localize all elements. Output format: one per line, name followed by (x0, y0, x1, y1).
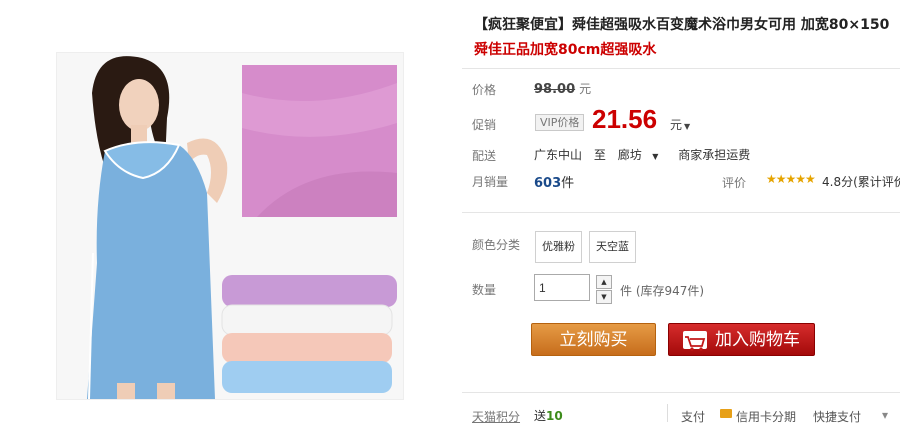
buy-now-button[interactable]: 立刻购买 (531, 323, 656, 356)
chevron-up-icon: ▲ (601, 278, 607, 286)
add-to-cart-button[interactable]: 加入购物车 (668, 323, 815, 356)
credit-card-icon (720, 409, 732, 418)
shipping-fee: 商家承担运费 (678, 148, 751, 162)
increment-button[interactable]: ▲ (596, 275, 612, 289)
promo-price: 21.56 (592, 104, 658, 134)
tmall-points-label[interactable]: 天猫积分 (472, 408, 520, 425)
ship-to-location[interactable]: 廊坊 ▼ (618, 148, 667, 162)
original-price: 98.00 元 (534, 80, 591, 97)
chevron-down-icon: ▼ (601, 293, 607, 301)
original-price-unit: 元 (579, 82, 592, 96)
product-gallery (0, 0, 462, 435)
sales-unit: 件 (561, 176, 575, 191)
option-blue[interactable]: 天空蓝 (589, 231, 636, 263)
product-info-panel: 【疯狂聚便宜】舜佳超强吸水百变魔术浴巾男女可用 加宽80×150 舜佳正品加宽8… (462, 0, 900, 435)
quantity-label: 数量 (472, 283, 497, 297)
cart-icon (683, 331, 707, 351)
promo-unit-text: 元 (670, 118, 683, 132)
product-title: 【疯狂聚便宜】舜佳超强吸水百变魔术浴巾男女可用 加宽80×150 (474, 17, 890, 33)
vip-price-badge[interactable]: VIP价格 (535, 114, 585, 131)
tmall-points: 送10 (534, 407, 563, 424)
divider (462, 68, 900, 69)
ship-from: 广东中山 (534, 148, 583, 162)
divider (667, 404, 668, 422)
promo-label: 促销 (472, 118, 497, 132)
star-rating-icon: ★★★★★ (766, 172, 816, 186)
shipping-info: 广东中山 至 廊坊 ▼ 商家承担运费 (534, 146, 758, 163)
ship-to-word: 至 (593, 148, 606, 162)
original-price-value: 98.00 (534, 82, 576, 97)
quickpay-option[interactable]: 快捷支付 (813, 408, 861, 425)
chevron-down-icon[interactable]: ▾ (882, 408, 888, 422)
add-to-cart-label: 加入购物车 (715, 330, 800, 350)
installment-option[interactable]: 信用卡分期 (736, 408, 796, 425)
product-main-image[interactable] (56, 52, 404, 400)
ship-to-text: 廊坊 (617, 148, 642, 162)
decrement-button[interactable]: ▼ (596, 290, 612, 304)
payment-label: 支付 (681, 410, 706, 424)
rating-score-link[interactable]: 4.8分(累计评价 (822, 173, 900, 190)
quantity-input[interactable] (534, 274, 590, 301)
shipping-label: 配送 (472, 149, 497, 163)
points-prefix: 送 (534, 409, 547, 423)
rating-label: 评价 (722, 176, 747, 190)
monthly-sales: 603件 (534, 172, 574, 191)
option-pink[interactable]: 优雅粉 (535, 231, 582, 263)
options-label: 颜色分类 (472, 238, 521, 252)
chevron-down-icon: ▼ (649, 152, 659, 161)
divider (462, 392, 900, 393)
product-subtitle: 舜佳正品加宽80cm超强吸水 (474, 42, 657, 58)
divider (462, 212, 900, 213)
sales-count: 603 (534, 176, 562, 191)
quantity-unit: 件 (620, 284, 633, 298)
stock-count: (库存947件) (635, 284, 705, 298)
sales-label: 月销量 (472, 175, 509, 189)
promo-price-unit[interactable]: 元 ▼ (670, 116, 690, 133)
towel-product-illustration (57, 53, 403, 399)
points-value: 10 (546, 409, 563, 423)
stock-info: 件 (库存947件) (620, 282, 704, 299)
price-label: 价格 (472, 83, 497, 97)
chevron-down-icon: ▼ (684, 122, 691, 131)
